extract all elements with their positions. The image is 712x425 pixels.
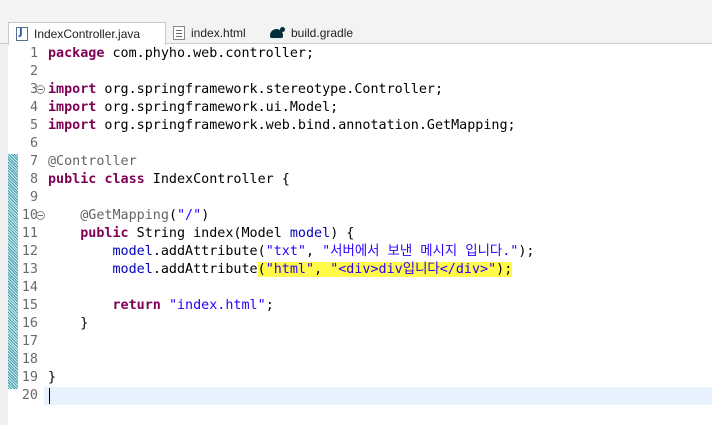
line-number: 15 <box>21 298 38 313</box>
line-number: 13 <box>21 262 38 277</box>
text-highlight: ("html", "<div>div입니다</div>"); <box>257 262 513 277</box>
code-line-10: @GetMapping("/") <box>80 208 210 223</box>
line-number: 4 <box>29 100 38 115</box>
code-line-5: import org.springframework.web.bind.anno… <box>48 118 516 133</box>
line-number: 6 <box>29 136 38 151</box>
line-number: 16 <box>21 316 38 331</box>
code-line-7: @Controller <box>48 154 137 169</box>
code-editor[interactable]: 1 2 3 4 5 6 7 8 9 10 11 12 13 14 15 16 1… <box>0 44 712 425</box>
line-number: 5 <box>29 118 38 133</box>
line-number: 2 <box>29 64 38 79</box>
line-number: 17 <box>21 334 38 349</box>
code-line-15: return "index.html"; <box>112 298 274 313</box>
current-line-highlight <box>44 387 712 405</box>
code-line-12: model.addAttribute("txt", "서버에서 보낸 메시지 입… <box>112 244 535 259</box>
fold-collapse-icon[interactable] <box>36 85 45 94</box>
gradle-icon <box>269 27 285 39</box>
line-number: 7 <box>29 154 38 169</box>
code-line-1: package com.phyho.web.controller; <box>48 46 315 61</box>
java-file-icon <box>16 27 28 41</box>
code-line-3: import org.springframework.stereotype.Co… <box>48 82 444 97</box>
code-line-19: } <box>48 370 57 385</box>
left-ruler <box>0 44 8 425</box>
line-number: 1 <box>29 46 38 61</box>
line-number: 20 <box>21 388 38 403</box>
text-caret <box>49 388 50 404</box>
tab-index-controller-java[interactable]: IndexController.java <box>8 22 166 45</box>
code-line-13: model.addAttribute("html", "<div>div입니다<… <box>112 262 513 277</box>
editor-tab-bar: IndexController.java index.html build.gr… <box>0 0 712 45</box>
line-number: 11 <box>21 226 38 241</box>
line-number: 12 <box>21 244 38 259</box>
fold-collapse-icon[interactable] <box>36 211 45 220</box>
tab-index-html[interactable]: index.html <box>166 22 262 44</box>
html-file-icon <box>173 26 185 40</box>
line-number-gutter: 1 2 3 4 5 6 7 8 9 10 11 12 13 14 15 16 1… <box>18 44 45 425</box>
line-number: 18 <box>21 352 38 367</box>
code-line-8: public class IndexController { <box>48 172 290 187</box>
tab-label: build.gradle <box>291 26 354 40</box>
quick-diff-marker <box>8 154 18 389</box>
line-number: 19 <box>21 370 38 385</box>
line-number: 14 <box>21 280 38 295</box>
code-line-4: import org.springframework.ui.Model; <box>48 100 339 115</box>
line-number: 9 <box>29 190 38 205</box>
tab-build-gradle[interactable]: build.gradle <box>262 22 372 44</box>
code-line-16: } <box>80 316 89 331</box>
code-line-11: public String index(Model model) { <box>80 226 355 241</box>
tab-label: IndexController.java <box>34 27 141 41</box>
tab-label: index.html <box>191 26 246 40</box>
line-number: 8 <box>29 172 38 187</box>
